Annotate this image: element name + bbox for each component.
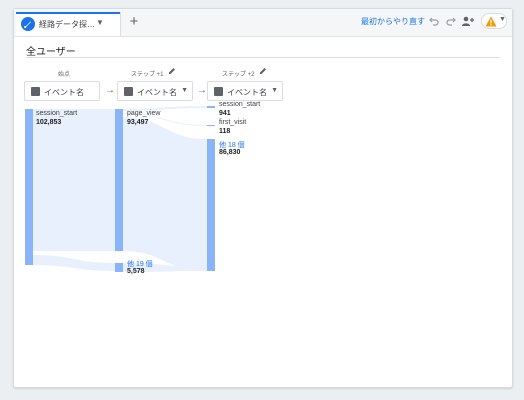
node-value-page-view: 93,497 — [127, 119, 149, 126]
node-name-start: session_start — [36, 110, 78, 117]
node-value-step2-first-visit: 118 — [219, 128, 231, 135]
flow-start-to-other — [33, 255, 115, 271]
node-bar-step2-session-start[interactable] — [207, 106, 215, 108]
node-bar-step2-other[interactable] — [207, 139, 215, 271]
flow-page-view-to-other — [123, 117, 207, 271]
node-bar-page-view[interactable] — [115, 109, 123, 251]
node-name-step2-first-visit: first_visit — [219, 119, 247, 126]
node-value-step2-session-start: 941 — [219, 110, 231, 117]
node-bar-step2-first-visit[interactable] — [207, 125, 215, 126]
node-bar-session-start[interactable] — [25, 109, 33, 265]
node-name-step2-session-start: session_start — [219, 101, 261, 108]
node-value-start: 102,853 — [36, 119, 62, 126]
node-value-step1-other: 5,578 — [127, 268, 145, 275]
node-bar-step1-other[interactable] — [115, 263, 123, 272]
node-name-page-view: page_view — [127, 110, 161, 117]
flow-start-to-page-view — [33, 109, 115, 251]
path-flow-diagram — [25, 106, 215, 272]
exploration-card: 経路データ探… ▼ + 最初からやり直す ▼ 全ユーザー 始点 ステップ +1 … — [13, 8, 513, 388]
node-value-step2-other: 86,830 — [219, 149, 241, 156]
